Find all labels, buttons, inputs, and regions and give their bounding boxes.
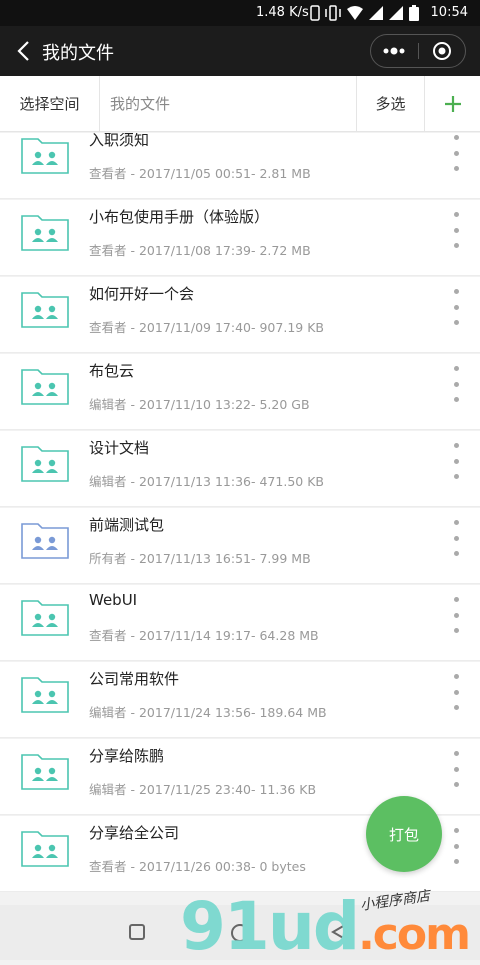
file-row[interactable]: 设计文档编辑者 - 2017/11/13 11:36- 471.50 KB [0,431,480,507]
mini-program-capsule [370,34,466,68]
file-meta: 查看者 - 2017/11/14 19:17- 64.28 MB [89,628,319,643]
shared-folder-icon [21,138,69,174]
kebab-menu-icon[interactable] [446,520,466,556]
network-speed: 1.48 K/s [256,5,309,20]
shared-folder-icon [21,446,69,482]
breadcrumb: 我的文件 [110,95,171,113]
clock: 10:54 [430,5,468,20]
status-bar: 1.48 K/s 10:54 [0,0,480,26]
file-list: 入职须知 查看者 - 2017/11/05 00:51- 2.81 MB 小布包使用… [0,133,480,905]
file-name: 分享给全公司 [89,824,180,842]
navbar: 我的文件 [0,26,480,76]
file-meta: 所有者 - 2017/11/13 16:51- 7.99 MB [89,551,311,566]
file-meta: 查看者 - 2017/11/26 00:38- 0 bytes [89,859,306,874]
file-meta: 编辑者 - 2017/11/10 13:22- 5.20 GB [89,397,310,412]
file-name: 分享给陈鹏 [89,747,165,765]
signal-icon-2 [389,6,403,20]
file-meta: 查看者 - 2017/11/05 00:51- 2.81 MB [89,166,311,181]
add-button[interactable] [424,76,480,131]
phone-icon [310,5,320,21]
kebab-menu-icon[interactable] [446,289,466,325]
shared-folder-icon [21,677,69,713]
kebab-menu-icon[interactable] [446,443,466,479]
select-space-button[interactable]: 选择空间 [0,76,100,131]
file-row[interactable]: WebUI 查看者 - 2017/11/14 19:17- 64.28 MB [0,585,480,661]
multi-select-button[interactable]: 多选 [356,76,424,131]
shared-folder-icon [21,754,69,790]
shared-folder-icon [21,292,69,328]
page-title: 我的文件 [42,43,114,64]
kebab-menu-icon[interactable] [446,828,466,864]
more-dots-button[interactable] [371,35,418,67]
file-row[interactable]: 小布包使用手册（体验版） 查看者 - 2017/11/08 17:39- 2.72… [0,200,480,276]
signal-icon [369,6,383,20]
shared-folder-icon [21,523,69,559]
file-name: 小布包使用手册（体验版） [89,208,270,226]
vibrate-icon [325,5,341,21]
plus-icon [444,95,461,112]
file-name: 公司常用软件 [89,670,180,688]
kebab-menu-icon[interactable] [446,674,466,710]
shared-folder-icon [21,831,69,867]
battery-icon [409,5,419,21]
shared-folder-icon [21,215,69,251]
file-meta: 编辑者 - 2017/11/13 11:36- 471.50 KB [89,474,324,489]
file-row[interactable]: 如何开好一个会查看者 - 2017/11/09 17:40- 907.19 KB [0,277,480,353]
file-name: 前端测试包 [89,516,165,534]
file-meta: 编辑者 - 2017/11/25 23:40- 11.36 KB [89,782,317,797]
watermark-brand: 91ud [180,888,360,965]
shared-folder-icon [21,369,69,405]
file-meta: 编辑者 - 2017/11/24 13:56- 189.64 MB [89,705,327,720]
file-row[interactable]: 公司常用软件编辑者 - 2017/11/24 13:56- 189.64 MB [0,662,480,738]
back-arrow-icon[interactable] [14,38,36,64]
status-icons [310,4,420,22]
file-meta: 查看者 - 2017/11/08 17:39- 2.72 MB [89,243,311,258]
file-row[interactable]: 布包云编辑者 - 2017/11/10 13:22- 5.20 GB [0,354,480,430]
file-meta: 查看者 - 2017/11/09 17:40- 907.19 KB [89,320,324,335]
file-name: WebUI [89,591,138,609]
kebab-menu-icon[interactable] [446,751,466,787]
file-row[interactable]: 前端测试包所有者 - 2017/11/13 16:51- 7.99 MB [0,508,480,584]
close-button[interactable] [419,35,466,67]
recent-apps-icon[interactable] [128,923,146,941]
toolbar: 选择空间 我的文件 多选 [0,76,480,132]
file-name: 如何开好一个会 [89,285,195,303]
kebab-menu-icon[interactable] [446,597,466,633]
kebab-menu-icon[interactable] [446,135,466,171]
wifi-icon [347,6,363,20]
shared-folder-icon [21,600,69,636]
file-name: 入职须知 [89,133,150,149]
file-name: 布包云 [89,362,135,380]
more-dots-icon [383,47,405,55]
kebab-menu-icon[interactable] [446,212,466,248]
watermark-suffix: .com [358,909,471,960]
file-row[interactable]: 入职须知查看者 - 2017/11/05 00:51- 2.81 MB [0,133,480,199]
pack-button[interactable]: 打包 [366,796,442,872]
kebab-menu-icon[interactable] [446,366,466,402]
file-name: 设计文档 [89,439,150,457]
target-circle-icon [432,42,451,60]
